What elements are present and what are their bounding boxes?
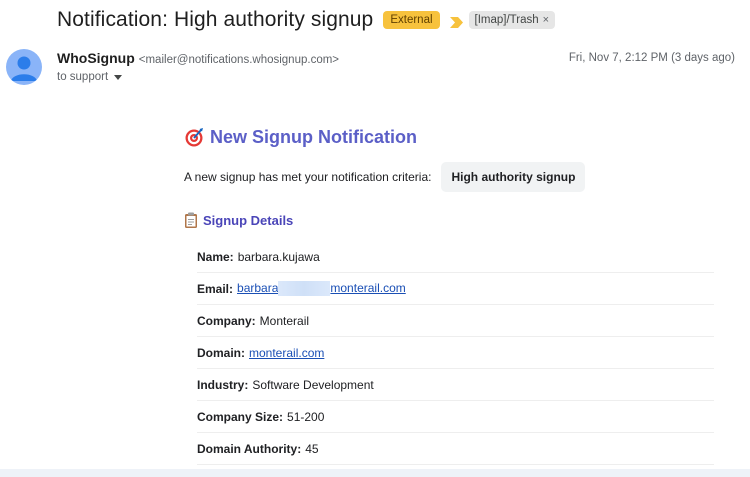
detail-row-domain: Domain: monterail.com xyxy=(197,337,714,369)
signup-details-list: Name: barbara.kujawa Email: barbara monte… xyxy=(197,241,714,465)
email-link-start: barbara xyxy=(237,280,279,295)
detail-key: Domain: xyxy=(197,345,245,360)
detail-key: Company: xyxy=(197,313,256,328)
recipient-text: to support xyxy=(57,71,109,83)
importance-marker-icon[interactable] xyxy=(449,15,463,28)
sender-email: <mailer@notifications.whosignup.com> xyxy=(138,54,340,66)
detail-row-domain-authority: Domain Authority: 45 xyxy=(197,433,714,465)
email-link[interactable]: barbara monterail.com xyxy=(237,280,406,297)
chevron-down-icon[interactable] xyxy=(114,74,123,80)
criteria-row: A new signup has met your notification c… xyxy=(184,162,586,192)
detail-row-industry: Industry: Software Development xyxy=(197,369,714,401)
sender-avatar[interactable] xyxy=(6,49,42,85)
external-badge: External xyxy=(383,11,440,29)
criteria-text: A new signup has met your notification c… xyxy=(184,170,432,184)
email-body: New Signup Notification A new signup has… xyxy=(184,124,714,465)
domain-link[interactable]: monterail.com xyxy=(249,346,324,360)
detail-value: 45 xyxy=(305,441,319,456)
detail-value: Monterail xyxy=(259,313,310,328)
detail-value: Software Development xyxy=(252,377,374,392)
detail-value: 51-200 xyxy=(287,409,325,424)
email-subject: Notification: High authority signup xyxy=(57,8,374,31)
email-date: Fri, Nov 7, 2:12 PM (3 days ago) xyxy=(568,52,735,64)
bottom-strip xyxy=(0,469,750,477)
notification-heading: New Signup Notification xyxy=(184,124,714,150)
detail-key: Name: xyxy=(197,249,234,264)
label-chip-text: [Imap]/Trash xyxy=(474,14,539,26)
detail-key: Company Size: xyxy=(197,409,284,424)
remove-label-button[interactable]: × xyxy=(543,13,549,27)
sender-block: WhoSignup <mailer@notifications.whosignu… xyxy=(57,50,339,83)
person-icon xyxy=(11,56,37,81)
detail-key: Email: xyxy=(197,281,234,296)
heading-text: New Signup Notification xyxy=(210,126,417,147)
target-icon xyxy=(184,127,204,147)
signup-details-title: Signup Details xyxy=(184,212,293,228)
recipient-details-toggle[interactable]: to support xyxy=(57,71,339,83)
email-view: Notification: High authority signup Exte… xyxy=(0,0,750,477)
email-link-end: monterail.com xyxy=(330,280,406,295)
detail-row-company: Company: Monterail xyxy=(197,305,714,337)
detail-key: Industry: xyxy=(197,377,249,392)
clipboard-icon xyxy=(184,212,198,228)
section-title-text: Signup Details xyxy=(203,212,294,228)
label-chip-trash[interactable]: [Imap]/Trash × xyxy=(468,11,556,29)
detail-row-email: Email: barbara monterail.com xyxy=(197,273,714,305)
redacted-block xyxy=(278,281,331,297)
sender-name[interactable]: WhoSignup xyxy=(57,50,135,66)
detail-value: barbara.kujawa xyxy=(237,249,320,264)
detail-row-company-size: Company Size: 51-200 xyxy=(197,401,714,433)
detail-key: Domain Authority: xyxy=(197,441,302,456)
subject-row: Notification: High authority signup Exte… xyxy=(57,6,556,34)
detail-row-name: Name: barbara.kujawa xyxy=(197,241,714,273)
criteria-value-badge: High authority signup xyxy=(441,162,586,192)
